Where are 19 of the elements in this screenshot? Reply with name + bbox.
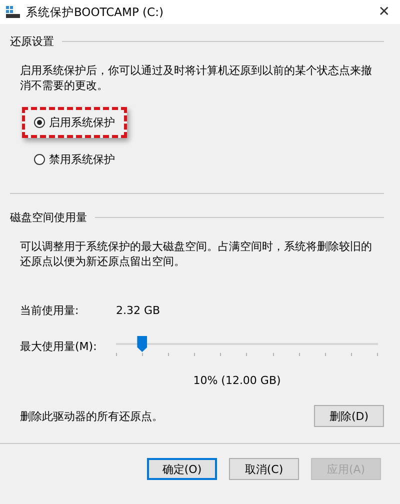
description-text: 启用系统保护后，你可以通过及时将计算机还原到以前的某个状态点来撤消不需要的更改。 xyxy=(20,63,373,93)
dialog-button[interactable]: 确定(O) xyxy=(147,458,217,480)
slider-thumb[interactable] xyxy=(137,336,148,352)
group-heading: 还原设置 xyxy=(10,34,54,49)
max-usage-label: 最大使用量(M): xyxy=(20,338,98,354)
current-usage-value: 2.32 GB xyxy=(116,304,160,317)
slider-reading: 10% (12.00 GB) xyxy=(193,374,281,387)
radio-option[interactable]: 禁用系统保护 xyxy=(22,144,127,175)
group-heading: 磁盘空间使用量 xyxy=(10,210,87,225)
close-button[interactable]: ✕ xyxy=(374,4,394,20)
delete-description: 删除此驱动器的所有还原点。 xyxy=(20,408,163,424)
drive-icon xyxy=(6,6,20,18)
dialog-button[interactable]: 取消(C) xyxy=(229,458,299,480)
delete-button[interactable]: 删除(D) xyxy=(314,405,384,427)
window-title: 系统保护BOOTCAMP (C:) xyxy=(26,4,164,20)
highlighted-radio-option[interactable]: 启用系统保护 xyxy=(22,107,127,138)
current-usage-label: 当前使用量: xyxy=(20,303,80,318)
description-text: 可以调整用于系统保护的最大磁盘空间。占满空间时，系统将删除较旧的还原点以便为新还原点留出空间。 xyxy=(20,239,373,269)
usage-slider[interactable] xyxy=(116,336,378,356)
